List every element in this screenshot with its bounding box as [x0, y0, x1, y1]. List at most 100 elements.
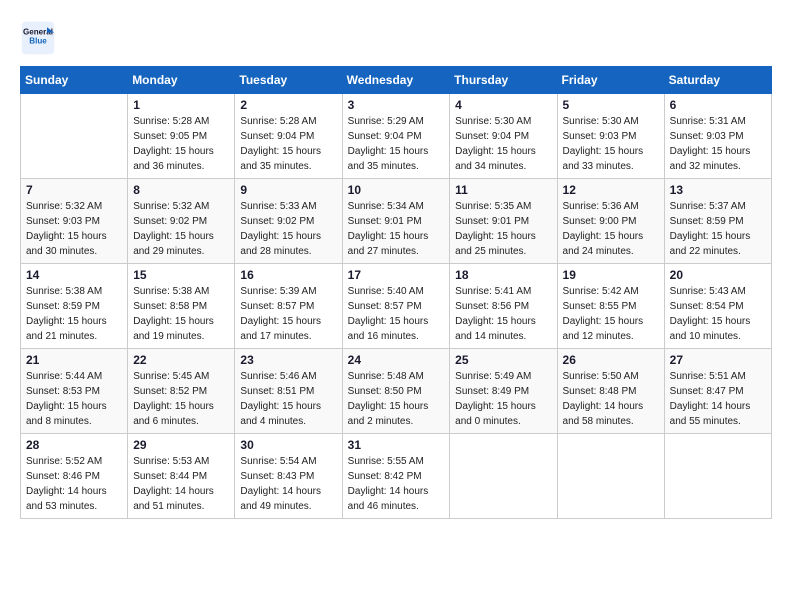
calendar-cell: 20 Sunrise: 5:43 AMSunset: 8:54 PMDayligh…	[664, 264, 771, 349]
day-number: 27	[670, 353, 766, 367]
week-row-1: 1Sunrise: 5:28 AMSunset: 9:05 PMDaylight…	[21, 94, 772, 179]
day-number: 4	[455, 98, 551, 112]
day-detail: Sunrise: 5:52 AMSunset: 8:46 PMDaylight:…	[26, 454, 122, 514]
day-number: 31	[348, 438, 445, 452]
day-detail: Sunrise: 5:50 AMSunset: 8:48 PMDaylight:…	[563, 369, 659, 429]
day-detail: Sunrise: 5:35 AMSunset: 9:01 PMDaylight:…	[455, 199, 551, 259]
calendar-cell: 24 Sunrise: 5:48 AMSunset: 8:50 PMDayligh…	[342, 349, 450, 434]
day-detail: Sunrise: 5:42 AMSunset: 8:55 PMDaylight:…	[563, 284, 659, 344]
calendar-cell: 4 Sunrise: 5:30 AMSunset: 9:04 PMDaylight…	[450, 94, 557, 179]
calendar-cell: 8Sunrise: 5:32 AMSunset: 9:02 PMDaylight…	[128, 179, 235, 264]
weekday-header-friday: Friday	[557, 67, 664, 94]
day-number: 16	[240, 268, 336, 282]
day-number: 5	[563, 98, 659, 112]
day-detail: Sunrise: 5:40 AMSunset: 8:57 PMDaylight:…	[348, 284, 445, 344]
day-number: 15	[133, 268, 229, 282]
day-number: 11	[455, 183, 551, 197]
day-detail: Sunrise: 5:49 AMSunset: 8:49 PMDaylight:…	[455, 369, 551, 429]
day-detail: Sunrise: 5:46 AMSunset: 8:51 PMDaylight:…	[240, 369, 336, 429]
day-number: 26	[563, 353, 659, 367]
calendar-cell	[450, 434, 557, 519]
day-number: 19	[563, 268, 659, 282]
day-number: 6	[670, 98, 766, 112]
day-number: 7	[26, 183, 122, 197]
week-row-3: 14Sunrise: 5:38 AMSunset: 8:59 PMDayligh…	[21, 264, 772, 349]
day-detail: Sunrise: 5:51 AMSunset: 8:47 PMDaylight:…	[670, 369, 766, 429]
weekday-header-thursday: Thursday	[450, 67, 557, 94]
calendar-cell: 31 Sunrise: 5:55 AMSunset: 8:42 PMDayligh…	[342, 434, 450, 519]
day-number: 25	[455, 353, 551, 367]
day-detail: Sunrise: 5:30 AMSunset: 9:04 PMDaylight:…	[455, 114, 551, 174]
calendar-cell: 11 Sunrise: 5:35 AMSunset: 9:01 PMDayligh…	[450, 179, 557, 264]
day-number: 18	[455, 268, 551, 282]
calendar-cell: 6 Sunrise: 5:31 AMSunset: 9:03 PMDaylight…	[664, 94, 771, 179]
day-number: 13	[670, 183, 766, 197]
day-detail: Sunrise: 5:36 AMSunset: 9:00 PMDaylight:…	[563, 199, 659, 259]
day-detail: Sunrise: 5:38 AMSunset: 8:58 PMDaylight:…	[133, 284, 229, 344]
day-detail: Sunrise: 5:43 AMSunset: 8:54 PMDaylight:…	[670, 284, 766, 344]
day-detail: Sunrise: 5:34 AMSunset: 9:01 PMDaylight:…	[348, 199, 445, 259]
calendar-cell: 23 Sunrise: 5:46 AMSunset: 8:51 PMDayligh…	[235, 349, 342, 434]
calendar-cell: 2Sunrise: 5:28 AMSunset: 9:04 PMDaylight…	[235, 94, 342, 179]
calendar-cell: 9 Sunrise: 5:33 AMSunset: 9:02 PMDaylight…	[235, 179, 342, 264]
svg-text:Blue: Blue	[29, 36, 47, 45]
calendar-cell: 14Sunrise: 5:38 AMSunset: 8:59 PMDayligh…	[21, 264, 128, 349]
calendar-cell: 26 Sunrise: 5:50 AMSunset: 8:48 PMDayligh…	[557, 349, 664, 434]
day-detail: Sunrise: 5:44 AMSunset: 8:53 PMDaylight:…	[26, 369, 122, 429]
day-number: 21	[26, 353, 122, 367]
calendar-cell: 7Sunrise: 5:32 AMSunset: 9:03 PMDaylight…	[21, 179, 128, 264]
calendar-cell: 16 Sunrise: 5:39 AMSunset: 8:57 PMDayligh…	[235, 264, 342, 349]
day-number: 20	[670, 268, 766, 282]
calendar-cell: 27 Sunrise: 5:51 AMSunset: 8:47 PMDayligh…	[664, 349, 771, 434]
weekday-header-monday: Monday	[128, 67, 235, 94]
day-number: 29	[133, 438, 229, 452]
day-detail: Sunrise: 5:29 AMSunset: 9:04 PMDaylight:…	[348, 114, 445, 174]
weekday-header-row: SundayMondayTuesdayWednesdayThursdayFrid…	[21, 67, 772, 94]
week-row-4: 21 Sunrise: 5:44 AMSunset: 8:53 PMDayligh…	[21, 349, 772, 434]
calendar-cell: 29 Sunrise: 5:53 AMSunset: 8:44 PMDayligh…	[128, 434, 235, 519]
calendar-cell: 19 Sunrise: 5:42 AMSunset: 8:55 PMDayligh…	[557, 264, 664, 349]
calendar-cell: 21 Sunrise: 5:44 AMSunset: 8:53 PMDayligh…	[21, 349, 128, 434]
day-number: 12	[563, 183, 659, 197]
day-detail: Sunrise: 5:39 AMSunset: 8:57 PMDaylight:…	[240, 284, 336, 344]
calendar-cell: 30Sunrise: 5:54 AMSunset: 8:43 PMDayligh…	[235, 434, 342, 519]
calendar-cell: 13 Sunrise: 5:37 AMSunset: 8:59 PMDayligh…	[664, 179, 771, 264]
day-detail: Sunrise: 5:30 AMSunset: 9:03 PMDaylight:…	[563, 114, 659, 174]
logo-icon: General Blue	[20, 20, 56, 56]
week-row-2: 7Sunrise: 5:32 AMSunset: 9:03 PMDaylight…	[21, 179, 772, 264]
calendar-cell: 3 Sunrise: 5:29 AMSunset: 9:04 PMDaylight…	[342, 94, 450, 179]
day-number: 23	[240, 353, 336, 367]
calendar-cell	[557, 434, 664, 519]
day-number: 28	[26, 438, 122, 452]
day-number: 9	[240, 183, 336, 197]
day-number: 8	[133, 183, 229, 197]
day-detail: Sunrise: 5:53 AMSunset: 8:44 PMDaylight:…	[133, 454, 229, 514]
day-detail: Sunrise: 5:31 AMSunset: 9:03 PMDaylight:…	[670, 114, 766, 174]
weekday-header-sunday: Sunday	[21, 67, 128, 94]
day-number: 3	[348, 98, 445, 112]
day-detail: Sunrise: 5:45 AMSunset: 8:52 PMDaylight:…	[133, 369, 229, 429]
day-number: 2	[240, 98, 336, 112]
day-detail: Sunrise: 5:48 AMSunset: 8:50 PMDaylight:…	[348, 369, 445, 429]
calendar-cell	[21, 94, 128, 179]
calendar-cell: 18Sunrise: 5:41 AMSunset: 8:56 PMDayligh…	[450, 264, 557, 349]
weekday-header-wednesday: Wednesday	[342, 67, 450, 94]
day-detail: Sunrise: 5:33 AMSunset: 9:02 PMDaylight:…	[240, 199, 336, 259]
day-number: 17	[348, 268, 445, 282]
calendar-table: SundayMondayTuesdayWednesdayThursdayFrid…	[20, 66, 772, 519]
day-detail: Sunrise: 5:37 AMSunset: 8:59 PMDaylight:…	[670, 199, 766, 259]
calendar-cell: 22Sunrise: 5:45 AMSunset: 8:52 PMDayligh…	[128, 349, 235, 434]
day-number: 1	[133, 98, 229, 112]
calendar-cell: 15 Sunrise: 5:38 AMSunset: 8:58 PMDayligh…	[128, 264, 235, 349]
weekday-header-saturday: Saturday	[664, 67, 771, 94]
day-number: 10	[348, 183, 445, 197]
day-detail: Sunrise: 5:55 AMSunset: 8:42 PMDaylight:…	[348, 454, 445, 514]
day-number: 24	[348, 353, 445, 367]
calendar-cell: 12 Sunrise: 5:36 AMSunset: 9:00 PMDayligh…	[557, 179, 664, 264]
calendar-cell: 25 Sunrise: 5:49 AMSunset: 8:49 PMDayligh…	[450, 349, 557, 434]
logo: General Blue	[20, 20, 60, 56]
weekday-header-tuesday: Tuesday	[235, 67, 342, 94]
calendar-cell: 5 Sunrise: 5:30 AMSunset: 9:03 PMDaylight…	[557, 94, 664, 179]
day-number: 30	[240, 438, 336, 452]
calendar-cell	[664, 434, 771, 519]
